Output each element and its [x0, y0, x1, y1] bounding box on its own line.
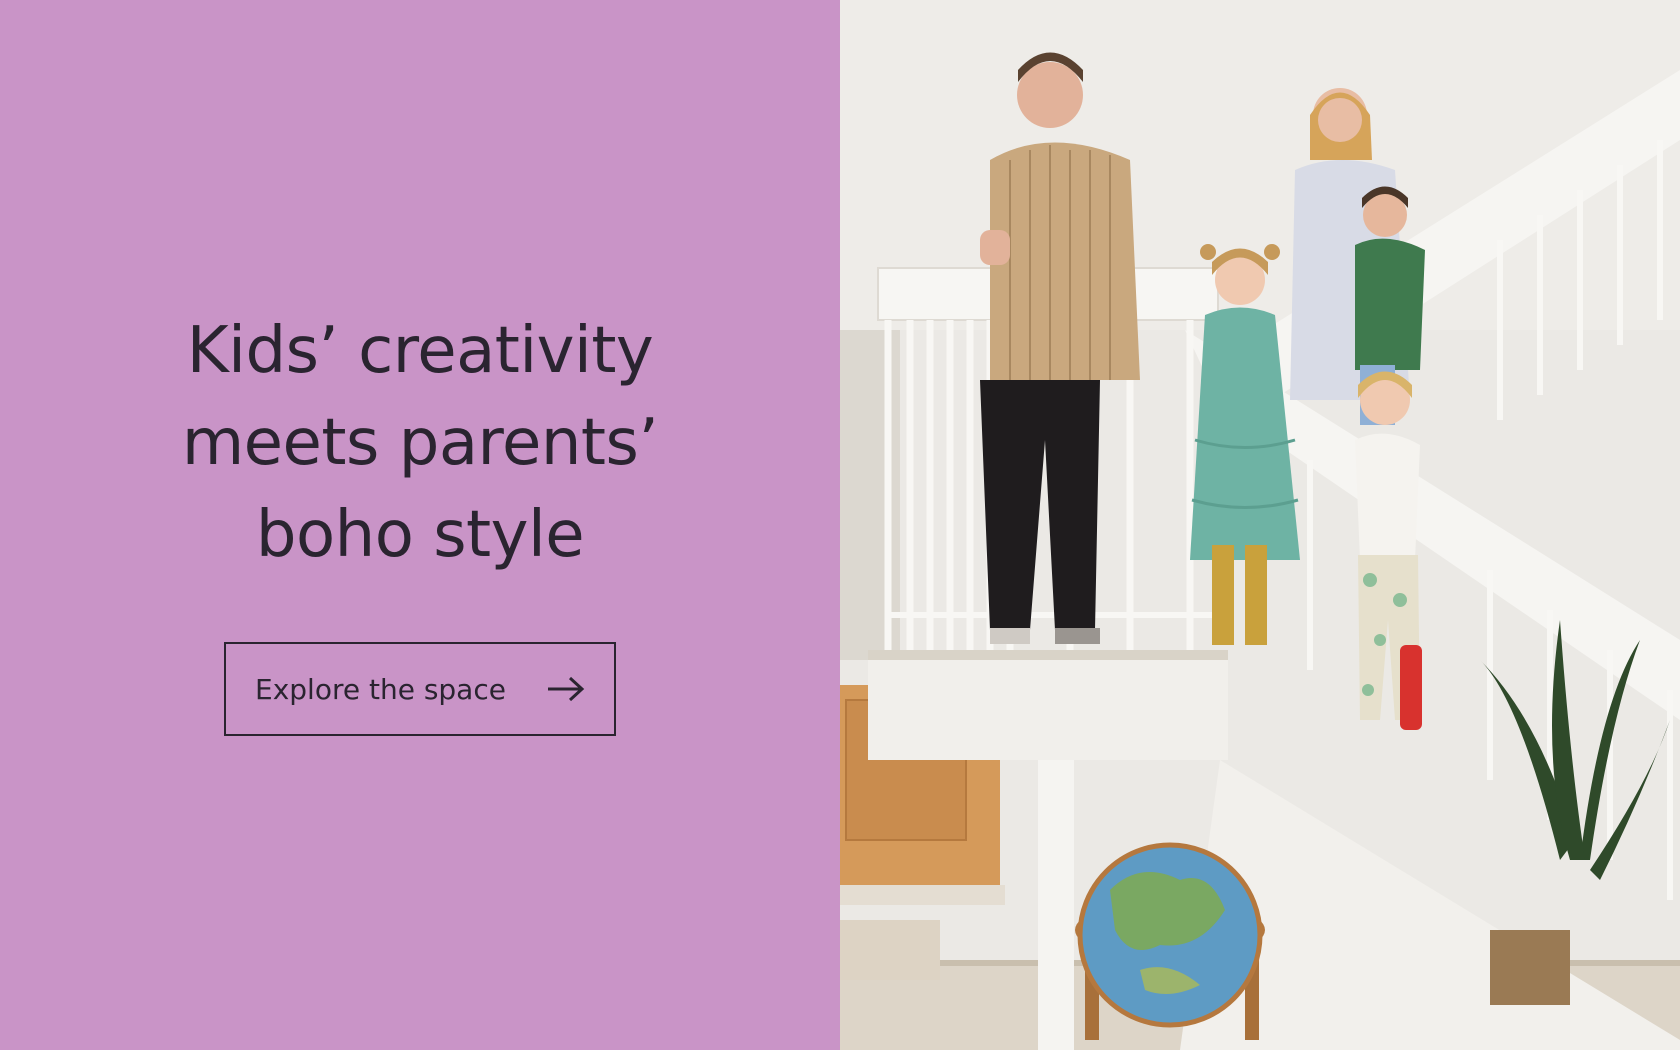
cta-label: Explore the space	[255, 672, 506, 706]
explore-the-space-button[interactable]: Explore the space	[224, 642, 616, 736]
hero-headline: Kids’ creativity meets parents’ boho sty…	[0, 305, 840, 581]
arrow-right-icon	[546, 675, 586, 703]
headline-line-1: Kids’ creativity	[186, 314, 654, 388]
headline-line-2: meets parents’	[181, 406, 659, 480]
family-on-staircase-photo	[840, 0, 1680, 1050]
hero-text-panel: Kids’ creativity meets parents’ boho sty…	[0, 0, 840, 1050]
headline-line-3: boho style	[255, 498, 585, 572]
hero-section: Kids’ creativity meets parents’ boho sty…	[0, 0, 1680, 1050]
